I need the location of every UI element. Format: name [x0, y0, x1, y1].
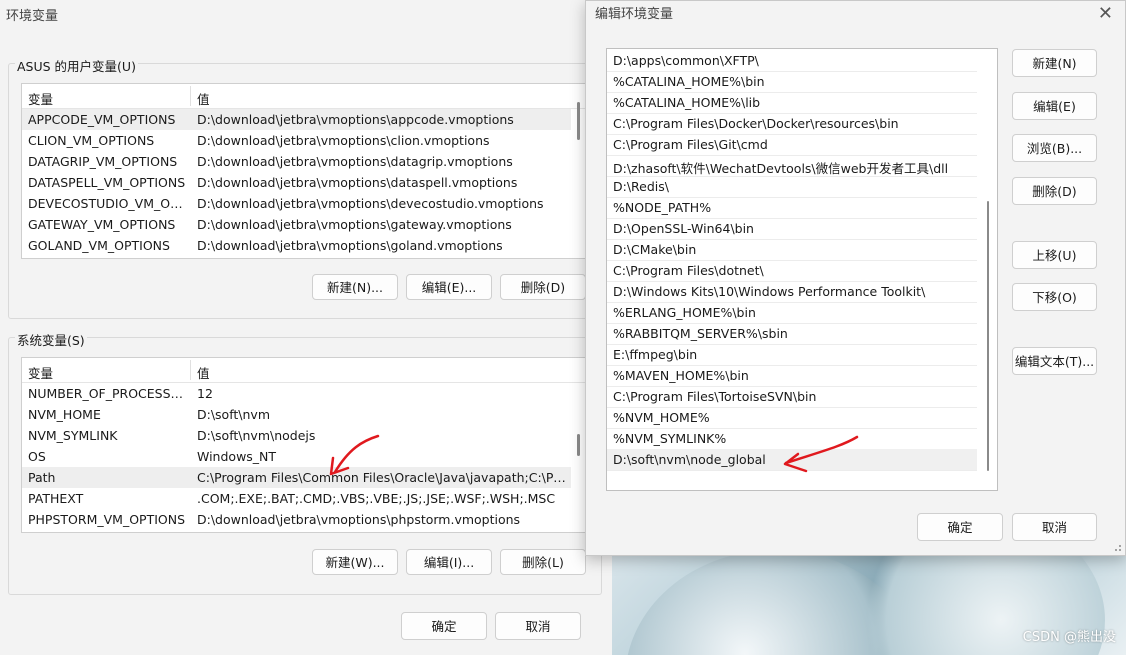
- annotation-arrow-path: [333, 434, 380, 474]
- annotation-arrows: [329, 434, 859, 476]
- annotation-arrow-node-global: [784, 435, 859, 465]
